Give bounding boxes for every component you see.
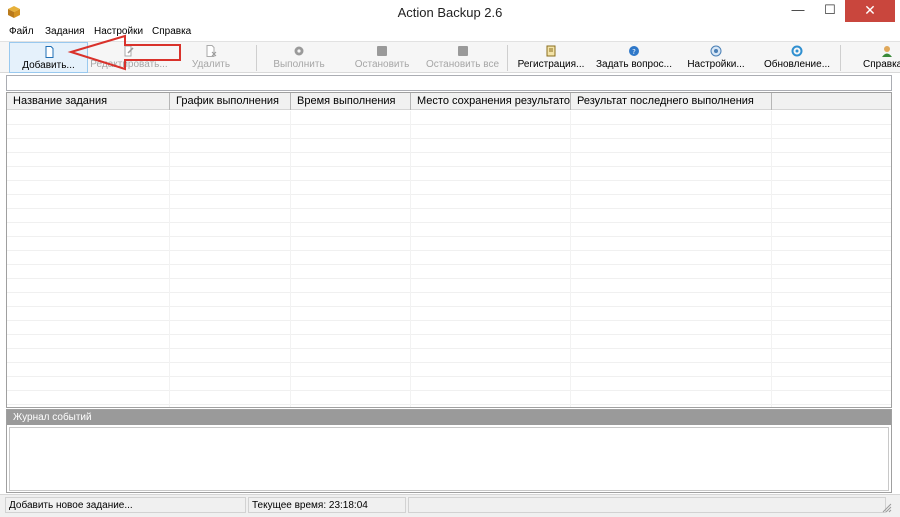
event-log-title: Журнал событий	[7, 410, 891, 425]
register-icon	[546, 45, 556, 57]
column-divider	[290, 111, 291, 407]
add-button-label: Добавить...	[22, 60, 75, 71]
toolbar: Добавить... Редактировать... Удалить Вып…	[0, 41, 900, 73]
edit-button[interactable]: Редактировать...	[90, 42, 168, 73]
ask-question-button[interactable]: ? Задать вопрос...	[594, 42, 674, 73]
close-button[interactable]: ✕	[845, 0, 895, 22]
help-icon: ?	[629, 46, 639, 56]
event-log-panel: Журнал событий	[6, 409, 892, 493]
menu-settings[interactable]: Настройки	[94, 26, 143, 37]
svg-text:?: ?	[632, 48, 636, 56]
column-run-time[interactable]: Время выполнения	[291, 93, 411, 110]
help-button[interactable]: Справка	[858, 42, 900, 73]
user-help-icon	[882, 46, 892, 57]
update-icon	[791, 45, 803, 57]
menu-jobs[interactable]: Задания	[45, 26, 85, 37]
status-bar: Добавить новое задание... Текущее время:…	[0, 494, 900, 517]
status-empty	[408, 497, 886, 513]
column-divider	[771, 111, 772, 407]
column-destination[interactable]: Место сохранения результатов	[411, 93, 571, 110]
edit-icon	[124, 45, 134, 57]
delete-button-label: Удалить	[191, 59, 231, 70]
add-button[interactable]: Добавить...	[9, 42, 88, 73]
stop-all-button-label: Остановить все	[425, 59, 500, 70]
stop-button[interactable]: Остановить	[346, 42, 418, 73]
menu-help[interactable]: Справка	[152, 26, 191, 37]
settings-button-label: Настройки...	[687, 59, 745, 70]
run-button[interactable]: Выполнить	[262, 42, 336, 73]
toolbar-separator	[507, 45, 508, 71]
toolbar-separator	[840, 45, 841, 71]
maximize-button[interactable]: ☐	[815, 0, 845, 22]
stop-all-button[interactable]: Остановить все	[424, 42, 501, 73]
stop-all-icon	[457, 46, 468, 56]
settings-icon	[710, 45, 722, 57]
update-button[interactable]: Обновление...	[760, 42, 834, 73]
stop-icon	[377, 46, 387, 56]
register-button[interactable]: Регистрация...	[514, 42, 588, 73]
update-button-label: Обновление...	[763, 59, 831, 70]
ask-question-button-label: Задать вопрос...	[596, 59, 672, 70]
title-bar: Action Backup 2.6 — ☐ ✕	[0, 0, 900, 24]
status-hint: Добавить новое задание...	[5, 497, 246, 513]
document-icon	[45, 46, 53, 58]
stop-button-label: Остановить	[354, 59, 410, 70]
column-divider	[570, 111, 571, 407]
gear-icon	[294, 46, 304, 56]
delete-button[interactable]: Удалить	[172, 42, 250, 73]
column-last-result[interactable]: Результат последнего выполнения	[571, 93, 772, 110]
info-strip	[6, 75, 892, 91]
edit-button-label: Редактировать...	[90, 59, 168, 70]
jobs-table-body[interactable]	[7, 111, 891, 407]
column-schedule[interactable]: График выполнения	[170, 93, 291, 110]
column-divider	[169, 111, 170, 407]
event-log-list[interactable]	[9, 427, 889, 491]
menu-file[interactable]: Файл	[9, 26, 34, 37]
jobs-table-header: Название задания График выполнения Время…	[7, 93, 891, 110]
column-divider	[410, 111, 411, 407]
status-time: Текущее время: 23:18:04	[248, 497, 406, 513]
column-job-name[interactable]: Название задания	[7, 93, 170, 110]
menu-bar: Файл Задания Настройки Справка	[0, 24, 900, 40]
register-button-label: Регистрация...	[517, 59, 585, 70]
run-button-label: Выполнить	[273, 59, 325, 70]
window-title: Action Backup 2.6	[397, 5, 503, 20]
help-button-label: Справка	[863, 59, 900, 70]
resize-grip-icon[interactable]	[882, 503, 892, 513]
delete-document-icon	[206, 45, 217, 57]
settings-button[interactable]: Настройки...	[682, 42, 750, 73]
toolbar-separator	[256, 45, 257, 71]
jobs-table[interactable]: Название задания График выполнения Время…	[6, 92, 892, 408]
minimize-button[interactable]: —	[783, 0, 813, 22]
